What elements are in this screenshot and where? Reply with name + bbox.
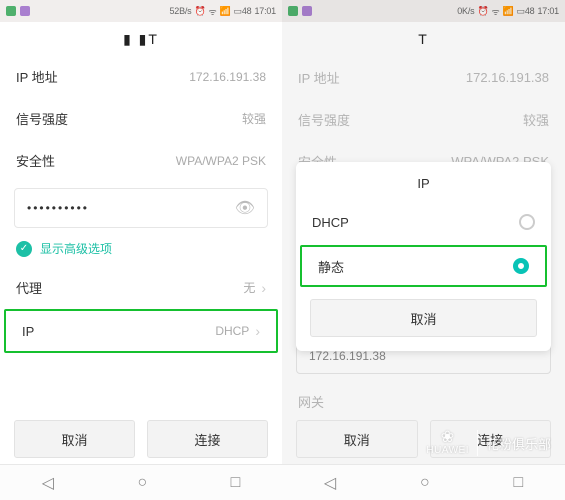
watermark: ❀HUAWEI 花粉俱乐部 (426, 430, 551, 456)
option-label: 静态 (318, 257, 344, 276)
chevron-right-icon: › (261, 280, 266, 296)
option-dhcp[interactable]: DHCP (296, 201, 551, 243)
nav-home-icon[interactable]: ○ (420, 474, 430, 492)
label: 安全性 (16, 151, 55, 170)
chevron-right-icon: › (255, 323, 260, 339)
status-dot-icon (6, 6, 16, 16)
row-ip-setting[interactable]: IP DHCP › (4, 309, 278, 353)
status-bar: 52B/s ⏰ ᯤ 📶 ▭48 17:01 (0, 0, 282, 22)
net-speed: 52B/s (169, 6, 191, 16)
password-input[interactable]: •••••••••• 👁 (14, 188, 268, 228)
option-static[interactable]: 静态 (300, 245, 547, 287)
label: IP 地址 (16, 67, 58, 86)
advanced-toggle[interactable]: ✓ 显示高级选项 (0, 232, 282, 267)
row-proxy[interactable]: 代理 无 › (0, 267, 282, 309)
nav-bar: ◁ ○ □ (0, 464, 282, 500)
nav-recent-icon[interactable]: □ (231, 474, 241, 492)
phone-left: 52B/s ⏰ ᯤ 📶 ▭48 17:01 ▮ ▮T IP 地址 172.16.… (0, 0, 282, 500)
nav-bar: ◁ ○ □ (282, 464, 565, 500)
clock: 17:01 (254, 6, 276, 16)
check-icon: ✓ (16, 241, 32, 257)
row-security: 安全性 WPA/WPA2 PSK (0, 140, 282, 182)
alarm-icon: ⏰ (194, 6, 205, 17)
value: 172.16.191.38 (189, 70, 266, 84)
page-title: ▮ ▮T (0, 22, 282, 56)
modal-title: IP (296, 162, 551, 201)
label: 代理 (16, 278, 42, 297)
eye-icon[interactable]: 👁 (235, 198, 255, 218)
nav-back-icon[interactable]: ◁ (324, 473, 336, 493)
status-dot-icon (20, 6, 30, 16)
phone-right: 0K/s ⏰ ᯤ 📶 ▭48 17:01 T IP 地址172.16.191.3… (282, 0, 565, 500)
password-value: •••••••••• (27, 201, 89, 215)
screenshot-pair: 52B/s ⏰ ᯤ 📶 ▭48 17:01 ▮ ▮T IP 地址 172.16.… (0, 0, 565, 500)
cancel-button[interactable]: 取消 (296, 420, 418, 458)
huawei-logo-icon: ❀HUAWEI (426, 430, 478, 456)
nav-home-icon[interactable]: ○ (137, 474, 147, 492)
value: WPA/WPA2 PSK (176, 154, 266, 168)
wifi-icon: ᯤ (208, 5, 216, 18)
nav-back-icon[interactable]: ◁ (42, 473, 54, 493)
nav-recent-icon[interactable]: □ (513, 474, 523, 492)
row-ip-address: IP 地址 172.16.191.38 (0, 56, 282, 98)
connect-button[interactable]: 连接 (147, 420, 268, 458)
label: IP (22, 324, 34, 339)
battery-icon: ▭48 (234, 6, 252, 17)
row-signal-strength: 信号强度 较强 (0, 98, 282, 140)
ip-modal: IP DHCP 静态 取消 (296, 162, 551, 351)
value: DHCP (215, 324, 249, 338)
signal-icon: 📶 (220, 6, 231, 17)
option-label: DHCP (312, 215, 349, 230)
cancel-button[interactable]: 取消 (14, 420, 135, 458)
label: 信号强度 (16, 109, 68, 128)
value: 无 (243, 279, 255, 296)
button-row: 取消 连接 (0, 420, 282, 458)
advanced-label: 显示高级选项 (40, 240, 112, 257)
modal-cancel-button[interactable]: 取消 (310, 299, 537, 337)
value: 较强 (242, 110, 266, 127)
radio-icon (513, 258, 529, 274)
radio-icon (519, 214, 535, 230)
watermark-text: 花粉俱乐部 (486, 434, 551, 453)
